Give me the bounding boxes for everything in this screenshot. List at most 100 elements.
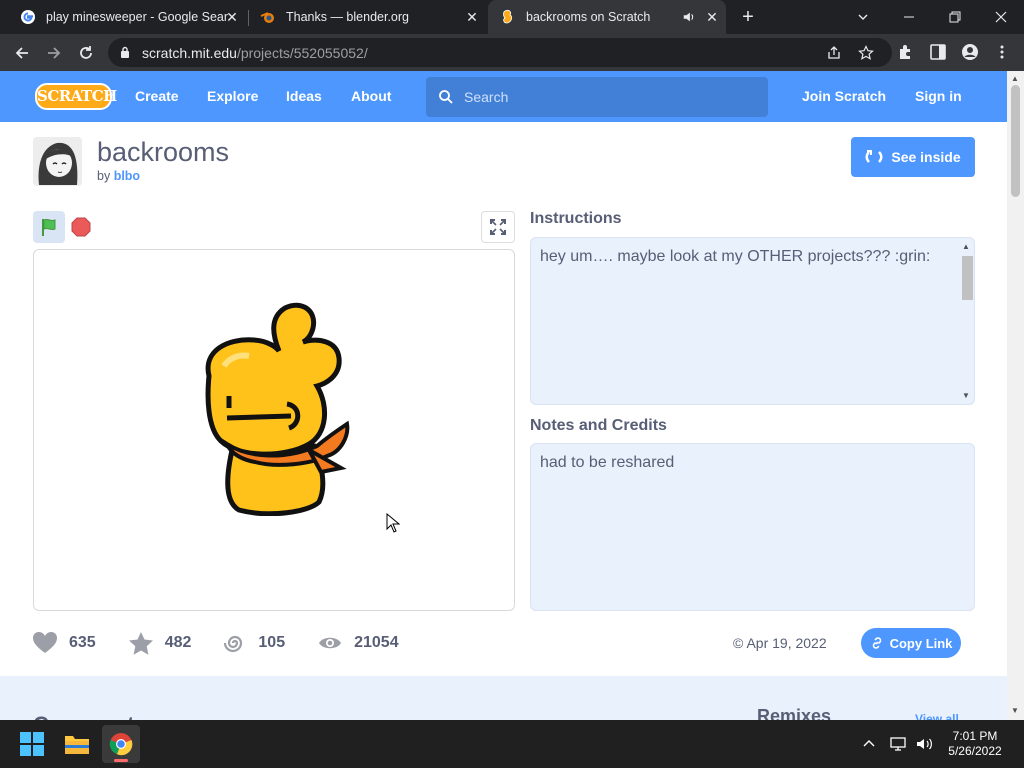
lock-icon[interactable] xyxy=(120,46,130,59)
tab-blender[interactable]: Thanks — blender.org ✕ xyxy=(248,0,486,34)
page-scrollbar[interactable]: ▲ ▼ xyxy=(1007,71,1024,720)
tab-title: Thanks — blender.org xyxy=(286,10,409,24)
restore-button[interactable] xyxy=(932,0,978,34)
instructions-body: hey um…. maybe look at my OTHER projects… xyxy=(540,248,931,265)
scroll-down-arrow-icon[interactable]: ▼ xyxy=(962,391,970,400)
project-stage[interactable] xyxy=(33,249,515,611)
reload-icon xyxy=(80,46,92,59)
tab-search-button[interactable] xyxy=(840,0,886,34)
views-count: 21054 xyxy=(354,634,399,651)
back-button[interactable] xyxy=(11,42,33,64)
speaker-icon[interactable] xyxy=(682,10,696,24)
network-icon[interactable] xyxy=(890,736,908,752)
tab-title: backrooms on Scratch xyxy=(526,10,651,24)
copyright-icon: © xyxy=(733,635,744,651)
search-input[interactable] xyxy=(464,87,754,107)
new-tab-button[interactable]: + xyxy=(738,7,758,27)
tab-title: play minesweeper - Google Sear xyxy=(46,10,229,24)
start-button[interactable] xyxy=(13,725,51,763)
system-tray xyxy=(862,720,934,768)
profile-icon[interactable] xyxy=(961,43,979,61)
author-link[interactable]: blbo xyxy=(114,169,140,183)
green-flag-button[interactable] xyxy=(33,211,65,243)
scratch-navbar: SCRATCH Create Explore Ideas About Join … xyxy=(0,71,1007,122)
url-text[interactable]: scratch.mit.edu/projects/552055052/ xyxy=(142,45,368,61)
see-inside-button[interactable]: See inside xyxy=(851,137,975,177)
view-all-link[interactable]: View all xyxy=(915,712,959,720)
chrome-taskbar-button[interactable] xyxy=(102,725,140,763)
tab-google[interactable]: play minesweeper - Google Sear ✕ xyxy=(8,0,246,34)
browser-tab-strip: play minesweeper - Google Sear ✕ Thanks … xyxy=(0,0,1024,34)
arrow-right-icon xyxy=(48,47,61,59)
scroll-up-arrow-icon[interactable]: ▲ xyxy=(1011,74,1019,83)
duck-sprite-image[interactable] xyxy=(199,296,359,516)
notes-text[interactable]: had to be reshared xyxy=(530,443,975,611)
author-avatar[interactable] xyxy=(33,137,82,186)
favorites-stat[interactable]: 482 xyxy=(128,631,191,655)
restore-icon xyxy=(949,11,961,23)
star-icon[interactable] xyxy=(858,45,874,61)
scroll-down-arrow-icon[interactable]: ▼ xyxy=(1011,706,1019,715)
avatar-image xyxy=(33,137,82,186)
url-path: /projects/552055052/ xyxy=(236,45,368,61)
see-inside-label: See inside xyxy=(891,149,961,165)
instructions-scrollbar[interactable]: ▲ ▼ xyxy=(960,242,973,400)
nav-create[interactable]: Create xyxy=(135,88,179,104)
close-icon[interactable]: ✕ xyxy=(224,9,240,25)
join-scratch-link[interactable]: Join Scratch xyxy=(802,88,886,104)
google-favicon-icon xyxy=(21,10,35,24)
green-flag-icon xyxy=(42,218,56,236)
file-explorer-button[interactable] xyxy=(58,725,96,763)
scrollbar-thumb[interactable] xyxy=(962,256,973,300)
active-indicator xyxy=(114,759,128,762)
remixes-stat: 105 xyxy=(224,632,285,654)
share-icon[interactable] xyxy=(826,45,842,61)
reload-button[interactable] xyxy=(75,42,97,64)
clock-date: 5/26/2022 xyxy=(948,744,1002,758)
by-label: by xyxy=(97,169,111,183)
project-stats: 635 482 105 21054 xyxy=(33,630,432,656)
extensions-icon[interactable] xyxy=(897,43,915,61)
scroll-up-arrow-icon[interactable]: ▲ xyxy=(962,242,970,251)
tab-scratch[interactable]: backrooms on Scratch ✕ xyxy=(488,0,726,34)
search-bar[interactable] xyxy=(426,77,768,117)
instructions-heading: Instructions xyxy=(530,210,622,227)
share-date-text: Apr 19, 2022 xyxy=(746,635,827,651)
eye-icon xyxy=(319,637,342,649)
mouse-cursor-icon xyxy=(386,513,400,533)
scrollbar-thumb[interactable] xyxy=(1011,85,1020,197)
address-bar[interactable]: scratch.mit.edu/projects/552055052/ xyxy=(108,38,892,67)
comments-heading: Comments xyxy=(33,712,147,720)
chrome-icon xyxy=(109,733,133,756)
taskbar-clock[interactable]: 7:01 PM 5/26/2022 xyxy=(940,729,1010,759)
search-icon xyxy=(439,90,453,104)
nav-ideas[interactable]: Ideas xyxy=(286,88,322,104)
stop-sign-icon xyxy=(71,217,91,237)
close-icon[interactable]: ✕ xyxy=(704,9,720,25)
fullscreen-button[interactable] xyxy=(481,211,515,243)
scratch-logo[interactable]: SCRATCH xyxy=(35,83,117,110)
instructions-text[interactable]: hey um…. maybe look at my OTHER projects… xyxy=(530,237,975,405)
blender-favicon-icon xyxy=(260,12,274,23)
side-panel-icon[interactable] xyxy=(929,43,947,61)
close-icon[interactable]: ✕ xyxy=(464,9,480,25)
fullscreen-icon xyxy=(490,219,506,235)
nav-about[interactable]: About xyxy=(351,88,391,104)
menu-kebab-icon[interactable] xyxy=(993,43,1011,61)
volume-icon[interactable] xyxy=(916,736,934,752)
nav-explore[interactable]: Explore xyxy=(207,88,258,104)
close-window-button[interactable] xyxy=(978,0,1024,34)
copy-link-button[interactable]: Copy Link xyxy=(861,628,961,658)
star-icon xyxy=(128,631,153,655)
loves-count: 635 xyxy=(69,634,96,651)
minimize-icon xyxy=(904,16,914,18)
copy-link-label: Copy Link xyxy=(889,635,953,651)
sign-in-link[interactable]: Sign in xyxy=(915,88,962,104)
minimize-button[interactable] xyxy=(886,0,932,34)
chevron-down-icon xyxy=(858,14,868,20)
stop-button[interactable] xyxy=(70,216,92,238)
loves-stat[interactable]: 635 xyxy=(33,632,96,654)
clock-time: 7:01 PM xyxy=(952,729,998,743)
chevron-up-icon[interactable] xyxy=(862,737,876,751)
forward-button[interactable] xyxy=(43,42,65,64)
